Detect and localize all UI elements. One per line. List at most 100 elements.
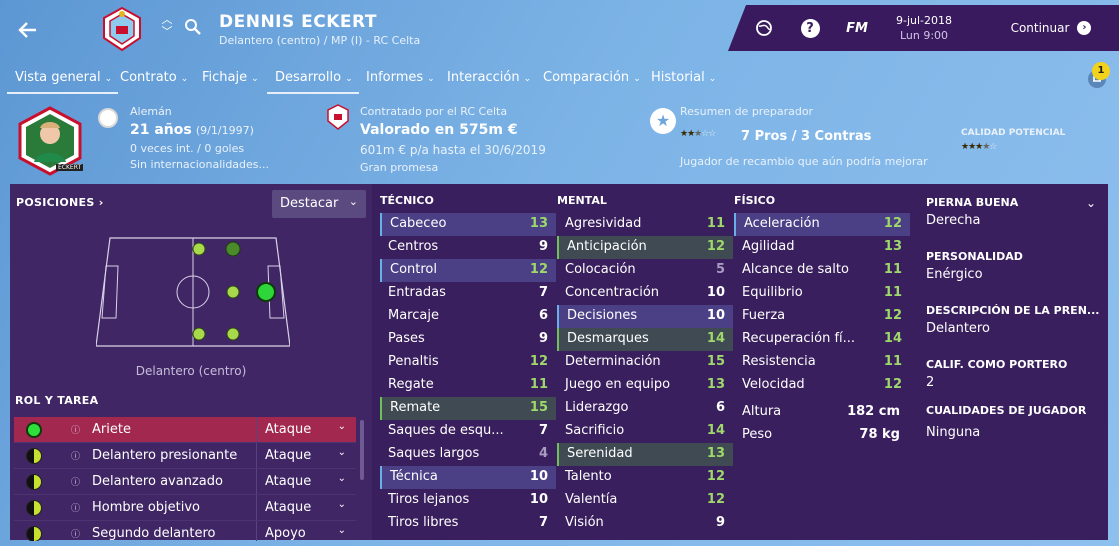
attribute-value: 14 xyxy=(706,423,725,438)
attribute-row[interactable]: Saques de esqu... 7 xyxy=(380,420,556,443)
role-row[interactable]: ⓘ Delantero presionante Ataque ⌄ xyxy=(14,443,356,469)
attribute-row[interactable]: Desmarques 14 xyxy=(557,328,733,351)
attribute-row[interactable]: Pases 9 xyxy=(380,328,556,351)
role-row[interactable]: ⓘ Ariete Ataque ⌄ xyxy=(14,417,356,443)
back-arrow-icon[interactable] xyxy=(14,16,42,44)
tab-informes[interactable]: Informes ⌄ xyxy=(366,70,435,85)
attribute-row[interactable]: Control 12 xyxy=(380,259,556,282)
attribute-row[interactable]: Serenidad 13 xyxy=(557,443,733,466)
role-label: Hombre objetivo xyxy=(92,500,201,515)
duty-dropdown[interactable]: Ataque ⌄ xyxy=(256,495,356,520)
weight-value: 78 kg xyxy=(859,427,900,442)
chevron-down-icon: ⌄ xyxy=(345,74,353,84)
pros-cons: 7 Pros / 3 Contras xyxy=(741,129,872,144)
attribute-row[interactable]: Saques largos 4 xyxy=(380,443,556,466)
attribute-value: 12 xyxy=(706,469,725,484)
notifications-button[interactable]: 1 xyxy=(1086,62,1112,90)
attribute-row[interactable]: Juego en equipo 13 xyxy=(557,374,733,397)
duty-dropdown[interactable]: Ataque ⌄ xyxy=(256,417,356,442)
attribute-value: 11 xyxy=(883,354,902,369)
tab-comparacion[interactable]: Comparación ⌄ xyxy=(543,70,641,85)
role-row[interactable]: ⓘ Segundo delantero Apoyo ⌄ xyxy=(14,521,356,541)
detail-header: CALIF. COMO PORTERO xyxy=(926,358,1068,371)
attribute-row[interactable]: Agilidad 13 xyxy=(734,236,910,259)
attribute-row[interactable]: Talento 12 xyxy=(557,466,733,489)
chevron-down-icon: ⌄ xyxy=(104,74,113,84)
attribute-row[interactable]: Valentía 12 xyxy=(557,489,733,512)
attribute-row[interactable]: Cabeceo 13 xyxy=(380,213,556,236)
attribute-row[interactable]: Regate 11 xyxy=(380,374,556,397)
attribute-row[interactable]: Equilibrio 11 xyxy=(734,282,910,305)
tab-label: Comparación xyxy=(543,70,630,85)
attribute-name: Saques largos xyxy=(388,446,480,461)
info-icon[interactable]: ⓘ xyxy=(71,501,80,514)
tab-historial[interactable]: Historial ⌄ xyxy=(651,70,716,85)
detail-value: Ninguna xyxy=(926,425,981,440)
positions-header[interactable]: POSICIONES › xyxy=(16,196,104,209)
player-nav-arrows[interactable]: ︿ ﹀ xyxy=(160,14,174,44)
attribute-row[interactable]: Anticipación 12 xyxy=(557,236,733,259)
tab-interaccion[interactable]: Interacción ⌄ xyxy=(447,70,531,85)
attribute-row[interactable]: Marcaje 6 xyxy=(380,305,556,328)
highlight-dropdown[interactable]: Destacar ⌄ xyxy=(272,190,366,218)
attribute-row[interactable]: Tiros libres 7 xyxy=(380,512,556,535)
role-suitability-icon xyxy=(26,422,42,438)
tab-fichaje[interactable]: Fichaje ⌄ xyxy=(202,70,259,85)
attribute-row[interactable]: Alcance de salto 11 xyxy=(734,259,910,282)
attribute-row[interactable]: Penaltis 12 xyxy=(380,351,556,374)
attribute-name: Alcance de salto xyxy=(742,262,849,277)
physical-attributes: FÍSICO Aceleración 12 Agilidad 13 Alcance … xyxy=(734,194,910,447)
tab-vista-general[interactable]: Vista general ⌄ xyxy=(6,70,119,94)
attribute-name: Sacrificio xyxy=(565,423,625,438)
help-icon[interactable]: ? xyxy=(798,5,822,51)
attribute-row[interactable]: Fuerza 12 xyxy=(734,305,910,328)
attribute-row[interactable]: Recuperación fí... 14 xyxy=(734,328,910,351)
duty-dropdown[interactable]: Ataque ⌄ xyxy=(256,469,356,494)
attribute-row[interactable]: Resistencia 11 xyxy=(734,351,910,374)
duty-dropdown[interactable]: Apoyo ⌄ xyxy=(256,521,356,541)
attribute-row[interactable]: Agresividad 11 xyxy=(557,213,733,236)
attribute-row[interactable]: Determinación 15 xyxy=(557,351,733,374)
height-value: 182 cm xyxy=(847,404,900,419)
tab-contrato[interactable]: Contrato ⌄ xyxy=(120,70,188,85)
chevron-down-icon: ⌄ xyxy=(180,74,189,84)
attribute-row[interactable]: Entradas 7 xyxy=(380,282,556,305)
info-icon[interactable]: ⓘ xyxy=(71,475,80,488)
search-icon[interactable] xyxy=(184,18,202,36)
weight-label: Peso xyxy=(742,427,773,442)
world-icon[interactable] xyxy=(750,5,778,51)
detail-header: PERSONALIDAD xyxy=(926,250,1023,263)
duty-dropdown[interactable]: Ataque ⌄ xyxy=(256,443,356,468)
tab-desarrollo[interactable]: Desarrollo ⌄ xyxy=(267,70,359,94)
attribute-row[interactable]: Técnica 10 xyxy=(380,466,556,489)
age: 21 años xyxy=(130,122,192,138)
value: Valorado en 575m € xyxy=(360,122,518,138)
attribute-row[interactable]: Visión 9 xyxy=(557,512,733,535)
info-icon[interactable]: ⓘ xyxy=(71,449,80,462)
attribute-row[interactable]: Centros 9 xyxy=(380,236,556,259)
chevron-down-icon[interactable]: ⌄ xyxy=(1086,196,1096,210)
player-subtitle: Delantero (centro) / MP (I) - RC Celta xyxy=(219,34,421,47)
attribute-row[interactable]: Colocación 5 xyxy=(557,259,733,282)
fm-menu-button[interactable]: FM xyxy=(840,5,874,51)
attribute-row[interactable]: Sacrificio 14 xyxy=(557,420,733,443)
info-icon[interactable]: ⓘ xyxy=(71,527,80,540)
continue-button[interactable]: Continuar › xyxy=(996,5,1106,51)
role-row[interactable]: ⓘ Hombre objetivo Ataque ⌄ xyxy=(14,495,356,521)
attribute-row[interactable]: Aceleración 12 xyxy=(734,213,910,236)
player-name: DENNIS ECKERT xyxy=(219,12,377,32)
detail-personality: PERSONALIDAD Enérgico xyxy=(926,250,1102,282)
role-row[interactable]: ⓘ Delantero avanzado Ataque ⌄ xyxy=(14,469,356,495)
attribute-row[interactable]: Tiros lejanos 10 xyxy=(380,489,556,512)
detail-value: Derecha xyxy=(926,213,981,228)
info-icon[interactable]: ⓘ xyxy=(71,423,80,436)
tab-label: Contrato xyxy=(120,70,177,85)
attribute-row[interactable]: Velocidad 12 xyxy=(734,374,910,397)
roles-scrollbar[interactable] xyxy=(360,420,364,480)
detail-gk-rating: CALIF. COMO PORTERO 2 xyxy=(926,358,1102,390)
attribute-row[interactable]: Liderazgo 6 xyxy=(557,397,733,420)
attribute-value: 14 xyxy=(706,331,725,346)
attribute-row[interactable]: Decisiones 10 xyxy=(557,305,733,328)
attribute-row[interactable]: Concentración 10 xyxy=(557,282,733,305)
attribute-row[interactable]: Remate 15 xyxy=(380,397,556,420)
